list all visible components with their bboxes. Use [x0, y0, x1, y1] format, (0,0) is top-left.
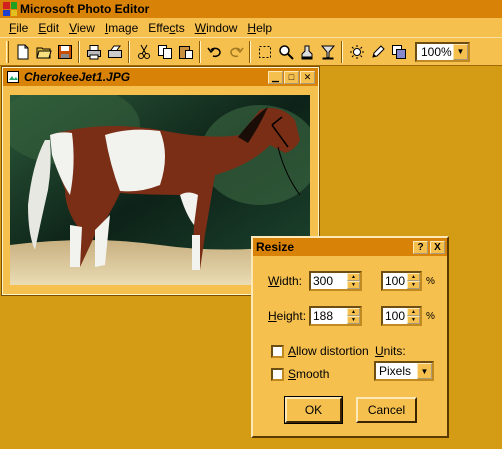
menu-view[interactable]: View: [64, 21, 100, 35]
cut-scissors-icon[interactable]: [133, 41, 154, 63]
maximize-icon[interactable]: □: [284, 70, 299, 84]
spin-up-icon[interactable]: ▲: [407, 308, 420, 316]
units-value: Pixels: [379, 364, 412, 378]
percent-sign: %: [426, 275, 435, 287]
smooth-checkbox[interactable]: Smooth: [271, 367, 329, 381]
minimize-icon[interactable]: ▁: [268, 70, 283, 84]
resize-dialog: Resize ? X Width: 300 ▲ ▼ 100 ▲ ▼ % Height…: [251, 236, 449, 438]
allow-distortion-label: Allow distortion: [288, 344, 369, 358]
menu-effects[interactable]: Effects: [143, 21, 189, 35]
ok-button[interactable]: OK: [284, 396, 343, 424]
smooth-label: Smooth: [288, 367, 330, 381]
allow-distortion-checkbox[interactable]: Allow distortion: [271, 344, 369, 358]
pen-retouch-icon[interactable]: [367, 41, 388, 63]
height-row: Height:: [268, 309, 306, 323]
help-icon[interactable]: ?: [413, 240, 428, 254]
menu-window[interactable]: Window: [190, 21, 243, 35]
app-title: Microsoft Photo Editor: [20, 2, 150, 16]
width-input[interactable]: 300 ▲ ▼: [309, 271, 362, 291]
zoom-dropdown[interactable]: 100% ▼: [415, 41, 470, 62]
units-dropdown[interactable]: Pixels ▼: [374, 361, 434, 381]
percent-sign: %: [426, 310, 435, 322]
units-label: Units:: [375, 344, 406, 358]
spin-down-icon[interactable]: ▼: [347, 316, 360, 324]
zoom-magnifier-icon[interactable]: [275, 41, 296, 63]
select-marquee-icon[interactable]: [254, 41, 275, 63]
redo-icon[interactable]: [225, 41, 246, 63]
chevron-down-icon[interactable]: ▼: [453, 43, 468, 60]
transparency-icon[interactable]: [388, 41, 409, 63]
menu-help[interactable]: Help: [242, 21, 277, 35]
paste-icon[interactable]: [175, 41, 196, 63]
open-folder-icon[interactable]: [33, 41, 54, 63]
spin-down-icon[interactable]: ▼: [407, 316, 420, 324]
cancel-button[interactable]: Cancel: [356, 397, 417, 423]
toolbar: 100% ▼: [0, 37, 502, 66]
width-label: Width:: [268, 274, 303, 288]
funnel-filter-icon[interactable]: [317, 41, 338, 63]
spin-up-icon[interactable]: ▲: [347, 273, 360, 281]
close-icon[interactable]: X: [430, 240, 445, 254]
width-row: Width:: [268, 274, 308, 288]
new-icon[interactable]: [12, 41, 33, 63]
checkbox-box[interactable]: [271, 367, 284, 381]
scan-icon[interactable]: [104, 41, 125, 63]
checkbox-box[interactable]: [271, 344, 284, 358]
app-title-bar: Microsoft Photo Editor: [0, 0, 502, 18]
width-percent-input[interactable]: 100 ▲ ▼: [381, 271, 422, 291]
image-window-title: CherokeeJet1.JPG: [24, 70, 131, 84]
toolbar-separator: [249, 40, 251, 63]
undo-icon[interactable]: [204, 41, 225, 63]
save-disk-icon[interactable]: [54, 41, 75, 63]
zoom-value: 100%: [421, 44, 452, 59]
toolbar-separator: [199, 40, 201, 63]
print-icon[interactable]: [83, 41, 104, 63]
menu-bar: File Edit View Image Effects Window Help: [0, 18, 502, 37]
stamp-tool-icon[interactable]: [296, 41, 317, 63]
spin-down-icon[interactable]: ▼: [347, 281, 360, 289]
image-document-icon[interactable]: [6, 70, 20, 84]
toolbar-separator: [128, 40, 130, 63]
spin-down-icon[interactable]: ▼: [407, 281, 420, 289]
dialog-title: Resize: [256, 240, 295, 254]
toolbar-separator: [78, 40, 80, 63]
toolbar-separator: [341, 40, 343, 63]
copy-icon[interactable]: [154, 41, 175, 63]
sun-brightness-icon[interactable]: [346, 41, 367, 63]
image-window-title-bar[interactable]: CherokeeJet1.JPG ▁ □ ✕: [3, 68, 318, 86]
spin-up-icon[interactable]: ▲: [407, 273, 420, 281]
height-label: Height:: [268, 309, 307, 323]
spin-up-icon[interactable]: ▲: [347, 308, 360, 316]
close-icon[interactable]: ✕: [300, 70, 315, 84]
toolbar-grip[interactable]: [6, 40, 9, 63]
height-percent-input[interactable]: 100 ▲ ▼: [381, 306, 422, 326]
photo-editor-logo-icon: [3, 2, 17, 16]
chevron-down-icon[interactable]: ▼: [417, 363, 432, 379]
menu-file[interactable]: File: [4, 21, 33, 35]
menu-image[interactable]: Image: [100, 21, 143, 35]
height-input[interactable]: 188 ▲ ▼: [309, 306, 362, 326]
menu-edit[interactable]: Edit: [33, 21, 64, 35]
resize-dialog-title-bar[interactable]: Resize ? X: [253, 238, 447, 256]
